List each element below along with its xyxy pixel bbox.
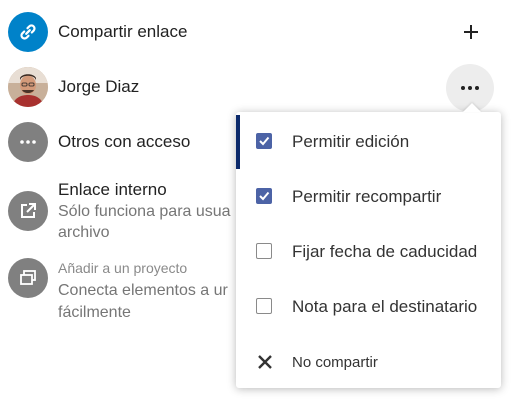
checkbox-checked-icon[interactable] — [256, 188, 272, 204]
share-link-label: Compartir enlace — [58, 22, 188, 41]
menu-item-label: Permitir edición — [292, 132, 410, 151]
project-description: Conecta elementos a ur — [58, 282, 228, 299]
checkbox-checked-icon[interactable] — [256, 133, 272, 149]
menu-item-note-to-recipient[interactable]: Nota para el destinatario — [236, 279, 501, 335]
add-to-project-label[interactable]: Añadir a un proyecto — [58, 259, 187, 277]
project-description-line2: fácilmente — [58, 304, 131, 321]
sharing-panel: Compartir enlace Jorge Diaz Otros con ac… — [0, 0, 512, 400]
others-with-access-label: Otros con acceso — [58, 132, 191, 151]
checkbox-unchecked-icon[interactable] — [256, 298, 272, 314]
menu-item-allow-reshare[interactable]: Permitir recompartir — [236, 169, 501, 225]
menu-item-allow-edit[interactable]: Permitir edición — [236, 114, 501, 170]
share-link-row[interactable]: Compartir enlace — [8, 12, 508, 52]
menu-arrow — [463, 103, 481, 112]
more-horizontal-icon — [8, 122, 48, 162]
internal-link-title: Enlace interno — [58, 180, 167, 199]
menu-item-label: Fijar fecha de caducidad — [292, 242, 478, 261]
user-avatar — [8, 67, 48, 107]
plus-icon[interactable] — [455, 16, 487, 48]
projects-icon — [8, 258, 48, 298]
share-user-row[interactable]: Jorge Diaz — [8, 67, 508, 107]
internal-link-description-line2: archivo — [58, 224, 110, 241]
menu-item-unshare[interactable]: No compartir — [236, 334, 501, 390]
link-icon — [8, 12, 48, 52]
close-icon — [257, 354, 273, 370]
external-link-icon — [8, 191, 48, 231]
menu-item-label: No compartir — [292, 354, 378, 371]
menu-item-label: Permitir recompartir — [292, 187, 442, 206]
menu-item-label: Nota para el destinatario — [292, 297, 478, 316]
share-options-menu: Permitir edición Permitir recompartir Fi… — [236, 103, 501, 390]
menu-item-expiration-date[interactable]: Fijar fecha de caducidad — [236, 224, 501, 280]
internal-link-description: Sólo funciona para usua — [58, 203, 231, 220]
checkbox-unchecked-icon[interactable] — [256, 243, 272, 259]
user-name: Jorge Diaz — [58, 77, 140, 96]
